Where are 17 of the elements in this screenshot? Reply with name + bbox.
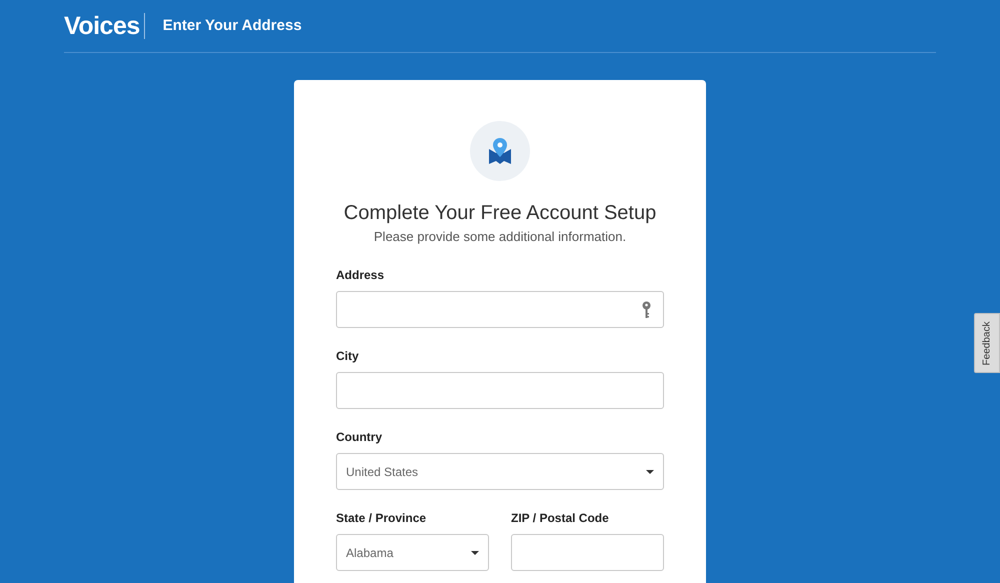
caret-icon <box>646 470 654 474</box>
input-field[interactable] <box>511 534 664 571</box>
feedback-tab[interactable]: Feedback <box>974 313 1000 373</box>
field-label: Address <box>336 267 386 283</box>
input-field[interactable] <box>336 291 664 328</box>
select-field[interactable]: Alabama <box>336 534 489 571</box>
field-label: City <box>336 348 360 364</box>
field-label: Country <box>336 429 383 445</box>
select-field[interactable]: United States <box>336 453 664 490</box>
input-field[interactable] <box>336 372 664 409</box>
field-label: State / Province <box>336 510 428 526</box>
field-label: ZIP / Postal Code <box>511 510 610 526</box>
logo[interactable]: Voices <box>64 13 145 39</box>
page-title: Enter Your Address <box>162 16 302 36</box>
card-title: Complete Your Free Account Setup <box>342 201 658 225</box>
caret-icon <box>471 550 479 554</box>
card-subtitle: Please provide some additional information. <box>372 228 628 246</box>
